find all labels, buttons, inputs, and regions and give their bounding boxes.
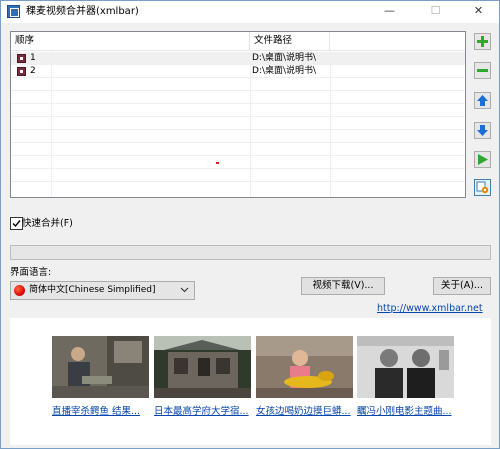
china-flag-icon [14, 285, 25, 296]
ad-thumbnail[interactable] [357, 336, 454, 398]
ad-panel: 直播宰杀鳄鱼 结果... 日本最高学府大学宿... 女孩边喝奶边摸巨蟒... 瞩… [10, 318, 491, 445]
add-button[interactable] [474, 33, 491, 50]
grid-line [11, 129, 465, 130]
move-down-button[interactable] [474, 122, 491, 139]
grid-line [11, 181, 465, 182]
title-bar[interactable]: 稞麦视频合并器(xmlbar) — ☐ ✕ [1, 1, 499, 23]
remove-button[interactable] [474, 62, 491, 79]
chevron-down-icon [180, 287, 189, 293]
list-item-order: 1 [30, 53, 36, 63]
grid-line [11, 142, 465, 143]
app-icon [7, 5, 20, 18]
video-file-icon [17, 54, 26, 63]
grid-line [11, 116, 465, 117]
grid-line [11, 103, 465, 104]
column-header-path[interactable]: 文件路径 [250, 32, 330, 51]
checkmark-icon [12, 220, 21, 228]
video-file-icon [17, 67, 26, 76]
website-link[interactable]: http://www.xmlbar.net [377, 303, 483, 315]
minus-icon [477, 69, 488, 72]
list-item[interactable]: 1 D:\桌面\说明书\ [11, 52, 465, 65]
plus-icon [477, 36, 488, 47]
minimize-button[interactable]: — [367, 1, 412, 23]
fast-merge-label[interactable]: 快速合并(F) [22, 217, 73, 230]
file-list[interactable]: 顺序 文件路径 1 D:\桌面\说明书\ 2 D:\桌面\说明书\ [10, 31, 466, 198]
ad-thumbnail[interactable] [52, 336, 149, 398]
start-merge-button[interactable] [474, 151, 491, 168]
language-select[interactable]: 简体中文[Chinese Simplified] [10, 281, 195, 300]
list-item[interactable]: 2 D:\桌面\说明书\ [11, 65, 465, 78]
list-header: 顺序 文件路径 [11, 32, 465, 51]
settings-icon [476, 181, 489, 194]
ad-thumbnail[interactable] [154, 336, 251, 398]
settings-button[interactable] [474, 179, 491, 196]
column-header-order[interactable]: 顺序 [11, 32, 250, 51]
window-title: 稞麦视频合并器(xmlbar) [26, 6, 139, 17]
language-label: 界面语言: [10, 267, 52, 278]
maximize-button[interactable]: ☐ [413, 1, 458, 23]
list-item-path: D:\桌面\说明书\ [252, 66, 317, 76]
close-button[interactable]: ✕ [456, 1, 499, 23]
ad-caption-link[interactable]: 瞩冯小刚电影主题曲... [357, 405, 477, 418]
arrow-up-icon [477, 95, 488, 106]
play-icon [478, 154, 488, 165]
about-button[interactable]: 关于(A)... [433, 277, 491, 295]
main-window: 稞麦视频合并器(xmlbar) — ☐ ✕ 顺序 文件路径 1 D:\桌面\说明… [0, 0, 500, 449]
language-select-value: 简体中文[Chinese Simplified] [29, 285, 156, 295]
move-up-button[interactable] [474, 92, 491, 109]
arrow-down-icon [477, 125, 488, 136]
merge-progress-bar [10, 245, 491, 260]
grid-line [11, 168, 465, 169]
list-item-path: D:\桌面\说明书\ [252, 53, 317, 63]
cursor-mark [216, 162, 219, 164]
grid-line [11, 155, 465, 156]
grid-line [11, 90, 465, 91]
video-download-button[interactable]: 视频下载(V)... [301, 277, 385, 295]
ad-thumbnail[interactable] [256, 336, 353, 398]
list-item-order: 2 [30, 66, 36, 76]
